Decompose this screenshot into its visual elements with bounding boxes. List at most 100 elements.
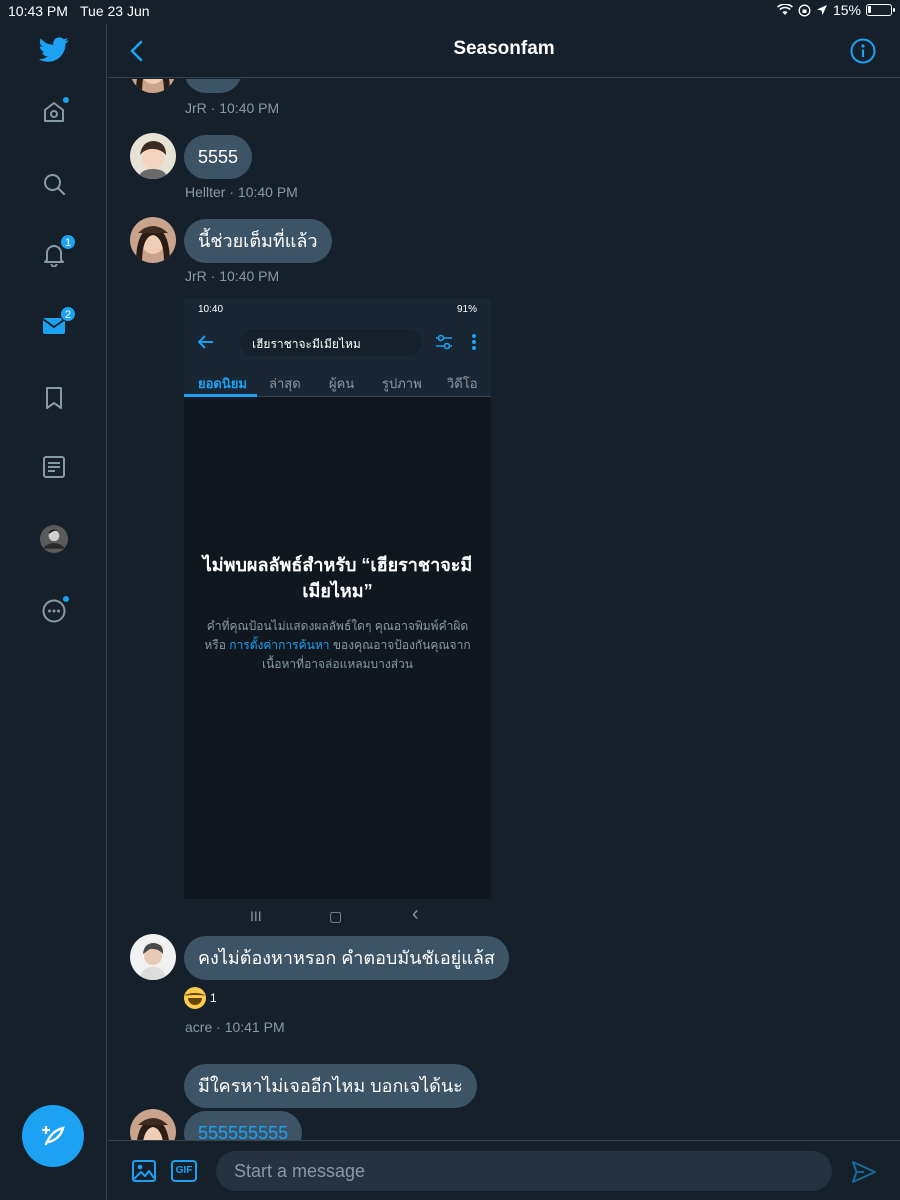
avatar-jrr[interactable] <box>130 79 176 93</box>
embedded-tab: ยอดนิยม <box>198 376 247 391</box>
compose-feather-icon <box>42 1126 65 1146</box>
home-badge-dot <box>62 96 70 104</box>
embedded-android-nav: III ▢ ‹ <box>184 899 491 933</box>
message-reaction[interactable]: 1 <box>184 987 217 1009</box>
embedded-search-query: เฮียราชาจะมีเมียไหม <box>240 329 422 356</box>
message-input[interactable] <box>216 1151 832 1191</box>
embedded-tab: ผู้คน <box>329 376 355 391</box>
page-title: Seasonfam <box>453 38 555 59</box>
avatar-image <box>130 79 176 93</box>
embedded-no-results-headline: ไม่พบผลลัพธ์สำหรับ “เฮียราชาจะมีเมียไหม” <box>202 555 473 601</box>
reaction-count: 1 <box>210 991 217 1005</box>
info-icon <box>850 38 876 64</box>
embedded-back-arrow-icon <box>198 335 213 349</box>
status-bar: 10:43 PM Tue 23 Jun 15% <box>0 0 900 24</box>
location-icon <box>816 5 827 15</box>
battery-icon <box>866 4 895 16</box>
avatar-jrr[interactable] <box>130 1109 176 1140</box>
message-meta: JrR · 10:40 PM <box>185 268 279 284</box>
message-thread[interactable]: ไม่ง JrR · 10:40 PM 5555 Hellter · 10:40… <box>108 79 900 1140</box>
sidebar-item-profile[interactable] <box>32 517 76 561</box>
message-bubble[interactable]: คงไม่ต้องหาหรอก คำตอบมันชัเอยู่แล้ส <box>184 936 509 980</box>
meta-separator: · <box>206 100 220 116</box>
list-icon <box>43 456 65 478</box>
avatar-image <box>130 1109 176 1140</box>
wifi-icon <box>777 4 793 15</box>
conversation-info-button[interactable] <box>848 36 878 66</box>
twitter-dm-screen: 10:43 PM Tue 23 Jun 15% 1 2 Seasonfam Jr… <box>0 0 900 1200</box>
message-bubble[interactable]: มีใครหาไม่เจออีกไหม บอกเจได้นะ <box>184 1064 477 1108</box>
embedded-home-button: ▢ <box>329 908 343 924</box>
messages-badge: 2 <box>60 306 76 322</box>
message-time: 10:40 PM <box>219 100 280 116</box>
meta-separator: · <box>212 1019 225 1035</box>
embedded-filter-icon <box>436 334 452 350</box>
more-badge-dot <box>62 595 70 603</box>
message-meta: JrR · 10:40 PM <box>185 100 279 116</box>
message-author: JrR <box>185 100 207 116</box>
embedded-tabs: ยอดนิยม ล่าสุด ผู้คน รูปภาพ วิดีโอ <box>184 365 491 397</box>
embedded-back-button: ‹ <box>412 903 419 925</box>
send-icon[interactable] <box>850 1158 878 1186</box>
rotation-lock-icon <box>798 4 811 16</box>
status-icons: 15% <box>777 2 895 18</box>
status-time: 10:43 PM <box>8 3 68 19</box>
message-author: acre <box>185 1019 213 1035</box>
sidebar-item-messages[interactable]: 2 <box>32 304 76 348</box>
avatar-image <box>130 133 176 179</box>
embedded-recents-button: III <box>250 908 262 924</box>
sidebar-item-notifications[interactable]: 1 <box>32 232 76 276</box>
embedded-tab: วิดีโอ <box>447 376 478 391</box>
embedded-tab: รูปภาพ <box>382 376 422 391</box>
embedded-more-icon <box>472 334 476 350</box>
sidebar-item-bookmarks[interactable] <box>32 376 76 420</box>
message-bubble[interactable]: นี้ช่วยเต็มที่แล้ว <box>184 219 332 263</box>
avatar-image <box>130 217 176 263</box>
message-bubble[interactable]: 5555 <box>184 135 253 179</box>
twitter-logo[interactable] <box>32 27 76 71</box>
attached-screenshot-image[interactable]: 10:40 91% เฮียราชาจะมีเมียไหม ยอดนิยม ล่… <box>184 299 491 933</box>
avatar-hellter[interactable] <box>130 133 176 179</box>
battery-level <box>868 6 872 13</box>
embedded-desc-link: การตั้งค่าการค้นหา <box>229 638 330 652</box>
meta-separator: · <box>225 184 238 200</box>
message-bubble[interactable]: ไม่ง <box>184 79 242 93</box>
conversation-header: Seasonfam <box>108 24 900 78</box>
avatar-jrr[interactable] <box>130 217 176 263</box>
gif-button[interactable]: GIF <box>171 1160 197 1182</box>
message-meta: Hellter · 10:40 PM <box>185 184 298 200</box>
search-icon <box>44 174 66 196</box>
embedded-time: 10:40 <box>198 304 224 315</box>
message-author: Hellter <box>185 184 226 200</box>
twitter-bird-icon <box>39 37 69 62</box>
message-time: 10:40 PM <box>219 268 280 284</box>
bookmark-icon <box>46 387 62 409</box>
message-time: 10:41 PM <box>224 1019 285 1035</box>
battery-percent: 15% <box>832 2 861 18</box>
message-author: JrR <box>185 268 207 284</box>
embedded-empty-results: ไม่พบผลลัพธ์สำหรับ “เฮียราชาจะมีเมียไหม”… <box>184 397 491 899</box>
sidebar-item-lists[interactable] <box>32 445 76 489</box>
avatar-image <box>130 934 176 980</box>
embedded-status-bar: 10:40 91% <box>184 299 491 321</box>
embedded-battery: 91% <box>456 304 477 315</box>
notifications-badge: 1 <box>60 234 76 250</box>
compose-tweet-button[interactable] <box>22 1105 84 1167</box>
embedded-no-results-description: คำที่คุณป้อนไม่แสดงผลลัพธ์ใดๆ คุณอาจพิมพ… <box>198 617 477 674</box>
sidebar-item-explore[interactable] <box>32 162 76 206</box>
image-icon[interactable] <box>130 1157 158 1185</box>
avatar-acre[interactable] <box>130 934 176 980</box>
embedded-tab: ล่าสุด <box>269 376 301 391</box>
meta-separator: · <box>206 268 220 284</box>
tears-of-joy-emoji-icon <box>184 987 206 1009</box>
sidebar-nav: 1 2 <box>0 24 107 1200</box>
message-meta: acre · 10:41 PM <box>185 1019 285 1035</box>
message-time: 10:40 PM <box>237 184 298 200</box>
profile-avatar-icon <box>40 525 68 553</box>
message-bubble-link[interactable]: 555555555 <box>184 1111 303 1140</box>
message-composer: GIF <box>108 1140 900 1200</box>
sidebar-item-more[interactable] <box>32 589 76 633</box>
embedded-search-bar: เฮียราชาจะมีเมียไหม <box>184 321 491 365</box>
sidebar-item-home[interactable] <box>32 90 76 134</box>
status-date: Tue 23 Jun <box>80 3 150 19</box>
